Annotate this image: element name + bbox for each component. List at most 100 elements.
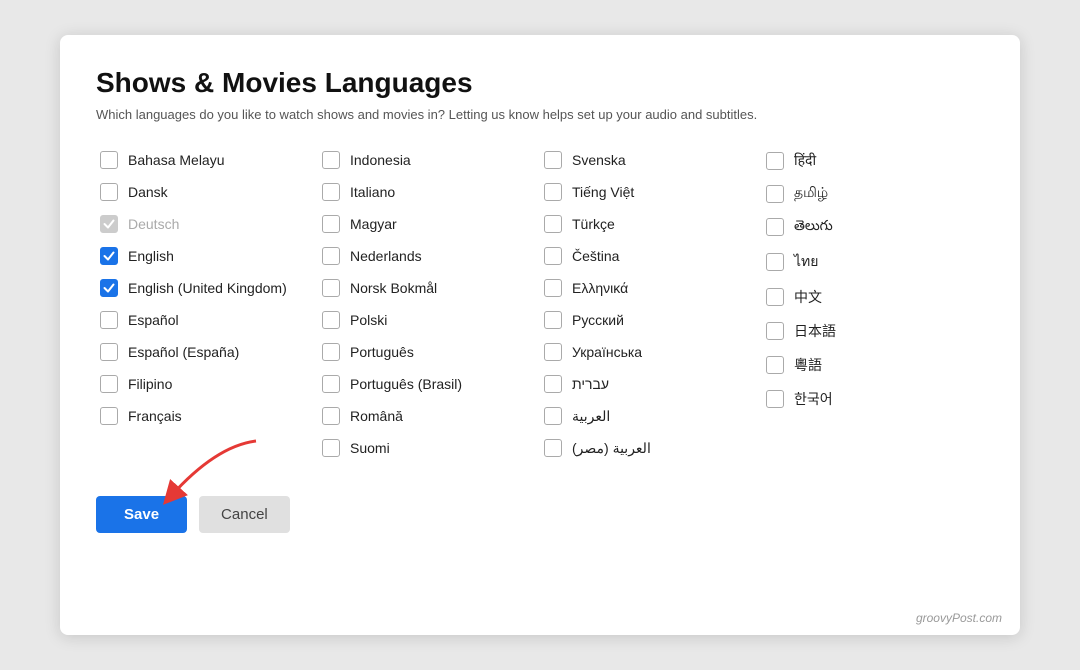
list-item[interactable]: தமிழ் (762, 177, 984, 210)
cancel-button[interactable]: Cancel (199, 496, 290, 533)
list-item[interactable]: English (United Kingdom) (96, 272, 318, 304)
list-item[interactable]: Deutsch (96, 208, 318, 240)
checkbox[interactable] (766, 322, 784, 340)
list-item[interactable]: Română (318, 400, 540, 432)
lang-label: Español (España) (128, 344, 239, 360)
checkbox[interactable] (322, 407, 340, 425)
lang-label: Română (350, 408, 403, 424)
lang-label: English (United Kingdom) (128, 280, 287, 296)
checkbox[interactable] (100, 343, 118, 361)
checkbox[interactable] (544, 183, 562, 201)
checkbox[interactable] (322, 343, 340, 361)
checkbox[interactable] (766, 390, 784, 408)
list-item[interactable]: العربية (مصر) (540, 432, 762, 464)
checkbox[interactable] (100, 407, 118, 425)
dialog-subtitle: Which languages do you like to watch sho… (96, 107, 984, 122)
lang-col-1: IndonesiaItalianoMagyarNederlands Norsk B… (318, 144, 540, 464)
checkbox[interactable] (322, 151, 340, 169)
checkbox[interactable] (322, 311, 340, 329)
lang-label: 粵語 (794, 355, 822, 375)
lang-label: Español (128, 312, 179, 328)
list-item[interactable]: Suomi (318, 432, 540, 464)
list-item[interactable]: ไทย (762, 244, 984, 280)
list-item[interactable]: 日本語 (762, 314, 984, 348)
list-item[interactable]: Norsk Bokmål (318, 272, 540, 304)
lang-label: English (128, 248, 174, 264)
list-item[interactable]: Português (Brasil) (318, 368, 540, 400)
list-item[interactable]: Español (España) (96, 336, 318, 368)
languages-grid: Bahasa Melayu Dansk Deutsch English English … (96, 144, 984, 464)
list-item[interactable]: Türkçe (540, 208, 762, 240)
checkbox[interactable] (100, 215, 118, 233)
lang-label: Українська (572, 344, 642, 360)
list-item[interactable]: العربية (540, 400, 762, 432)
list-item[interactable]: עברית (540, 368, 762, 400)
checkbox[interactable] (544, 343, 562, 361)
list-item[interactable]: Русский (540, 304, 762, 336)
checkbox[interactable] (322, 215, 340, 233)
lang-label: తెలుగు (794, 217, 833, 237)
checkbox[interactable] (100, 311, 118, 329)
lang-label: Dansk (128, 184, 168, 200)
list-item[interactable]: 粵語 (762, 348, 984, 382)
list-item[interactable]: हिंदी (762, 144, 984, 177)
checkbox[interactable] (544, 439, 562, 457)
checkbox[interactable] (766, 152, 784, 170)
list-item[interactable]: 한국어 (762, 382, 984, 416)
checkbox[interactable] (766, 288, 784, 306)
list-item[interactable]: Español (96, 304, 318, 336)
checkbox[interactable] (544, 151, 562, 169)
lang-label: Bahasa Melayu (128, 152, 225, 168)
lang-label: Svenska (572, 152, 626, 168)
dialog-title: Shows & Movies Languages (96, 67, 984, 99)
checkbox[interactable] (322, 247, 340, 265)
checkbox[interactable] (322, 375, 340, 393)
list-item[interactable]: 中文 (762, 280, 984, 314)
checkbox[interactable] (322, 183, 340, 201)
checkbox[interactable] (766, 356, 784, 374)
checkbox[interactable] (100, 183, 118, 201)
list-item[interactable]: Magyar (318, 208, 540, 240)
checkbox[interactable] (544, 407, 562, 425)
checkbox[interactable] (766, 218, 784, 236)
list-item[interactable]: Українська (540, 336, 762, 368)
checkbox[interactable] (766, 253, 784, 271)
checkbox[interactable] (544, 311, 562, 329)
list-item[interactable]: English (96, 240, 318, 272)
list-item[interactable]: Dansk (96, 176, 318, 208)
checkbox[interactable] (100, 279, 118, 297)
list-item[interactable]: Bahasa Melayu (96, 144, 318, 176)
lang-label: Português (350, 344, 414, 360)
checkbox[interactable] (100, 151, 118, 169)
checkbox[interactable] (544, 247, 562, 265)
lang-label: Русский (572, 312, 624, 328)
lang-label: தமிழ் (794, 184, 828, 203)
checkbox[interactable] (766, 185, 784, 203)
checkbox[interactable] (322, 439, 340, 457)
list-item[interactable]: Tiếng Việt (540, 176, 762, 208)
lang-label: Norsk Bokmål (350, 280, 437, 296)
list-item[interactable]: Svenska (540, 144, 762, 176)
checkbox[interactable] (100, 247, 118, 265)
save-button[interactable]: Save (96, 496, 187, 533)
checkbox[interactable] (544, 375, 562, 393)
list-item[interactable]: Ελληνικά (540, 272, 762, 304)
lang-label: हिंदी (794, 151, 816, 170)
list-item[interactable]: Italiano (318, 176, 540, 208)
list-item[interactable]: Nederlands (318, 240, 540, 272)
lang-label: Türkçe (572, 216, 615, 232)
checkbox[interactable] (544, 215, 562, 233)
lang-label: ไทย (794, 251, 818, 273)
list-item[interactable]: తెలుగు (762, 210, 984, 244)
checkbox[interactable] (544, 279, 562, 297)
list-item[interactable]: Indonesia (318, 144, 540, 176)
list-item[interactable]: Filipino (96, 368, 318, 400)
checkbox[interactable] (100, 375, 118, 393)
checkbox[interactable] (322, 279, 340, 297)
list-item[interactable]: Français (96, 400, 318, 432)
lang-label: 中文 (794, 287, 822, 307)
list-item[interactable]: Polski (318, 304, 540, 336)
list-item[interactable]: Čeština (540, 240, 762, 272)
list-item[interactable]: Português (318, 336, 540, 368)
lang-label: 한국어 (794, 389, 833, 409)
